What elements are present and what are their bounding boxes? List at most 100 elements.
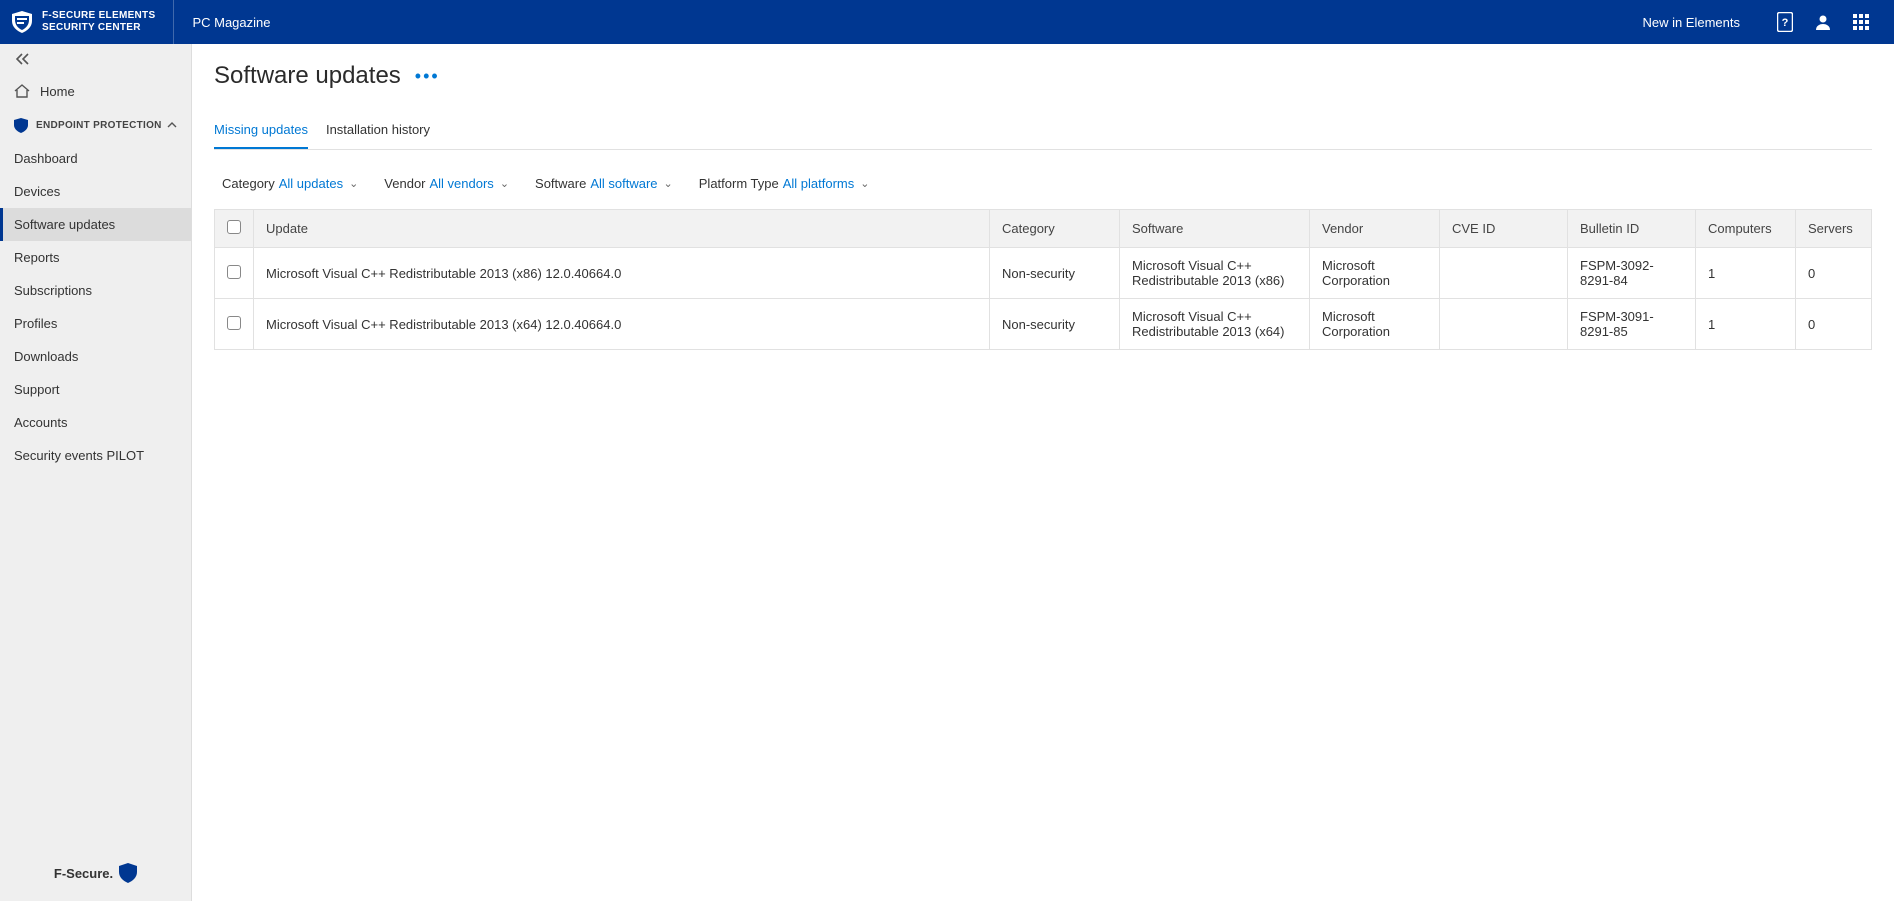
sidebar-item-accounts[interactable]: Accounts — [0, 406, 191, 439]
help-icon[interactable]: ? — [1768, 5, 1802, 39]
brand-text: F-SECURE ELEMENTS SECURITY CENTER — [42, 10, 155, 34]
sidebar-collapse-button[interactable] — [0, 44, 191, 74]
chevron-down-icon: ⌄ — [860, 177, 869, 190]
col-category[interactable]: Category — [990, 210, 1120, 248]
footer-brand-text: F-Secure. — [54, 866, 113, 881]
sidebar-section-label: ENDPOINT PROTECTION — [36, 120, 162, 131]
cell-cve — [1440, 248, 1568, 299]
sidebar-item-subscriptions[interactable]: Subscriptions — [0, 274, 191, 307]
content: Software updates ••• Missing updates Ins… — [192, 44, 1894, 901]
sidebar-item-profiles[interactable]: Profiles — [0, 307, 191, 340]
topbar: F-SECURE ELEMENTS SECURITY CENTER PC Mag… — [0, 0, 1894, 44]
sidebar-item-downloads[interactable]: Downloads — [0, 340, 191, 373]
updates-table: Update Category Software Vendor CVE ID B… — [214, 209, 1872, 350]
sidebar: Home ENDPOINT PROTECTION Dashboard Devic… — [0, 44, 192, 901]
cell-software: Microsoft Visual C++ Redistributable 201… — [1120, 299, 1310, 350]
chevron-up-icon — [167, 122, 177, 128]
col-software[interactable]: Software — [1120, 210, 1310, 248]
cell-update: Microsoft Visual C++ Redistributable 201… — [254, 299, 990, 350]
sidebar-item-label: Security events PILOT — [14, 448, 144, 463]
sidebar-item-label: Reports — [14, 250, 60, 265]
shield-icon — [14, 118, 28, 133]
org-name[interactable]: PC Magazine — [174, 15, 270, 30]
col-bulletin[interactable]: Bulletin ID — [1568, 210, 1696, 248]
filter-label: Software — [535, 176, 586, 191]
chevron-left-double-icon — [16, 53, 30, 65]
tab-label: Missing updates — [214, 122, 308, 137]
tabs: Missing updates Installation history — [214, 116, 1872, 150]
table-row[interactable]: Microsoft Visual C++ Redistributable 201… — [215, 299, 1872, 350]
chevron-down-icon: ⌄ — [500, 177, 509, 190]
tab-missing-updates[interactable]: Missing updates — [214, 116, 308, 149]
cell-computers: 1 — [1696, 299, 1796, 350]
apps-icon[interactable] — [1844, 5, 1878, 39]
cell-vendor: Microsoft Corporation — [1310, 248, 1440, 299]
sidebar-item-label: Accounts — [14, 415, 67, 430]
filter-category[interactable]: Category All updates ⌄ — [222, 176, 358, 191]
row-checkbox[interactable] — [227, 316, 241, 330]
select-all-checkbox[interactable] — [227, 220, 241, 234]
cell-bulletin: FSPM-3092-8291-84 — [1568, 248, 1696, 299]
cell-category: Non-security — [990, 299, 1120, 350]
filter-label: Vendor — [384, 176, 425, 191]
brand[interactable]: F-SECURE ELEMENTS SECURITY CENTER — [12, 0, 174, 44]
brand-line2: SECURITY CENTER — [42, 22, 155, 34]
col-vendor[interactable]: Vendor — [1310, 210, 1440, 248]
col-update[interactable]: Update — [254, 210, 990, 248]
sidebar-item-label: Dashboard — [14, 151, 78, 166]
table-row[interactable]: Microsoft Visual C++ Redistributable 201… — [215, 248, 1872, 299]
cell-update: Microsoft Visual C++ Redistributable 201… — [254, 248, 990, 299]
filter-value: All platforms — [783, 176, 855, 191]
sidebar-item-label: Devices — [14, 184, 60, 199]
cell-software: Microsoft Visual C++ Redistributable 201… — [1120, 248, 1310, 299]
filter-row: Category All updates ⌄ Vendor All vendor… — [214, 150, 1872, 209]
filter-label: Category — [222, 176, 275, 191]
filter-value: All updates — [279, 176, 343, 191]
sidebar-item-software-updates[interactable]: Software updates — [0, 208, 191, 241]
sidebar-item-label: Subscriptions — [14, 283, 92, 298]
cell-bulletin: FSPM-3091-8291-85 — [1568, 299, 1696, 350]
tab-label: Installation history — [326, 122, 430, 137]
sidebar-item-reports[interactable]: Reports — [0, 241, 191, 274]
user-icon[interactable] — [1806, 5, 1840, 39]
sidebar-footer-brand: F-Secure. — [0, 845, 191, 901]
cell-vendor: Microsoft Corporation — [1310, 299, 1440, 350]
cell-computers: 1 — [1696, 248, 1796, 299]
row-checkbox[interactable] — [227, 265, 241, 279]
sidebar-item-devices[interactable]: Devices — [0, 175, 191, 208]
home-icon — [14, 84, 30, 98]
sidebar-item-support[interactable]: Support — [0, 373, 191, 406]
more-actions-button[interactable]: ••• — [415, 67, 440, 85]
col-computers[interactable]: Computers — [1696, 210, 1796, 248]
sidebar-item-home[interactable]: Home — [0, 74, 191, 108]
brand-shield-icon — [12, 11, 32, 33]
chevron-down-icon: ⌄ — [349, 177, 358, 190]
new-in-elements-link[interactable]: New in Elements — [1642, 15, 1740, 30]
sidebar-item-label: Profiles — [14, 316, 57, 331]
sidebar-item-label: Home — [40, 84, 75, 99]
sidebar-item-label: Downloads — [14, 349, 78, 364]
cell-servers: 0 — [1796, 299, 1872, 350]
col-servers[interactable]: Servers — [1796, 210, 1872, 248]
tab-installation-history[interactable]: Installation history — [326, 116, 430, 149]
filter-value: All vendors — [430, 176, 494, 191]
svg-text:?: ? — [1782, 17, 1789, 29]
filter-platform[interactable]: Platform Type All platforms ⌄ — [699, 176, 870, 191]
filter-vendor[interactable]: Vendor All vendors ⌄ — [384, 176, 509, 191]
filter-software[interactable]: Software All software ⌄ — [535, 176, 673, 191]
sidebar-item-dashboard[interactable]: Dashboard — [0, 142, 191, 175]
page-title: Software updates — [214, 62, 401, 90]
cell-category: Non-security — [990, 248, 1120, 299]
brand-line1: F-SECURE ELEMENTS — [42, 10, 155, 22]
sidebar-item-security-events[interactable]: Security events PILOT — [0, 439, 191, 472]
col-cve[interactable]: CVE ID — [1440, 210, 1568, 248]
sidebar-item-label: Software updates — [14, 217, 115, 232]
cell-cve — [1440, 299, 1568, 350]
sidebar-item-label: Support — [14, 382, 60, 397]
filter-value: All software — [590, 176, 657, 191]
cell-servers: 0 — [1796, 248, 1872, 299]
chevron-down-icon: ⌄ — [664, 177, 673, 190]
sidebar-section-endpoint-protection[interactable]: ENDPOINT PROTECTION — [0, 108, 191, 142]
table-header-row: Update Category Software Vendor CVE ID B… — [215, 210, 1872, 248]
brand-shield-icon — [119, 863, 137, 883]
